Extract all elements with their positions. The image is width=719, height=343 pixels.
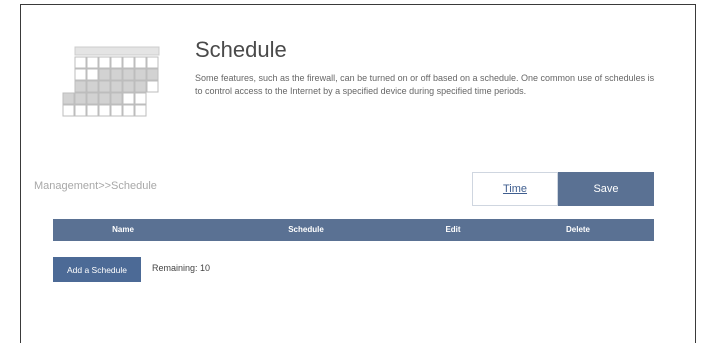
- page-description: Some features, such as the firewall, can…: [195, 73, 655, 96]
- column-header-schedule: Schedule: [288, 225, 324, 234]
- add-schedule-button[interactable]: Add a Schedule: [53, 257, 141, 282]
- column-header-name: Name: [112, 225, 134, 234]
- remaining-value: 10: [200, 263, 211, 273]
- breadcrumb: Management>>Schedule: [34, 180, 157, 192]
- save-button[interactable]: Save: [558, 172, 654, 206]
- column-header-edit: Edit: [445, 225, 461, 234]
- column-header-delete: Delete: [565, 225, 591, 234]
- remaining-count: Remaining: 10: [152, 263, 210, 273]
- page-title: Schedule: [195, 37, 287, 62]
- time-link-button[interactable]: Time: [472, 172, 558, 206]
- remaining-label: Remaining:: [152, 263, 198, 273]
- schedule-table-header: Name Schedule Edit Delete: [53, 219, 654, 241]
- calendar-icon: [62, 46, 160, 117]
